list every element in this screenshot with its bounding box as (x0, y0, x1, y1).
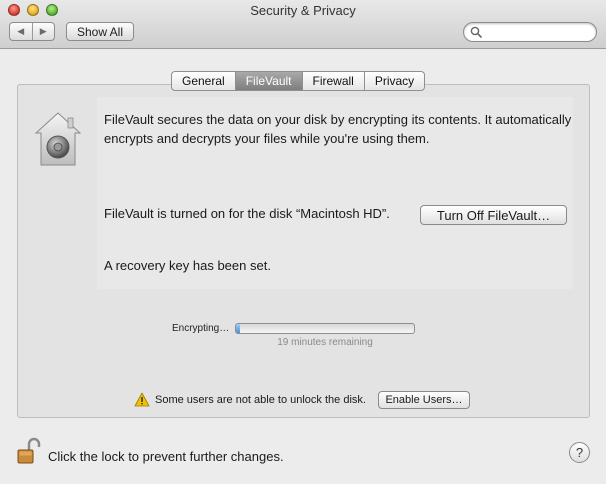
filevault-description: FileVault secures the data on your disk … (104, 112, 572, 146)
help-button[interactable]: ? (569, 442, 590, 463)
tab-general[interactable]: General (171, 71, 236, 91)
lock-hint-text: Click the lock to prevent further change… (48, 449, 284, 464)
window-title: Security & Privacy (250, 3, 356, 18)
encrypting-label: Encrypting… (172, 323, 230, 334)
tab-firewall[interactable]: Firewall (302, 71, 365, 91)
users-warning-text: Some users are not able to unlock the di… (155, 394, 366, 406)
forward-button[interactable]: ▶ (31, 23, 55, 40)
back-forward-control: ◀ ▶ (9, 22, 55, 41)
recovery-key-text: A recovery key has been set. (104, 258, 271, 273)
tab-filevault[interactable]: FileVault (235, 71, 303, 91)
encryption-progress-bar (235, 323, 415, 334)
time-remaining-text: 19 minutes remaining (277, 337, 373, 348)
security-privacy-window: Security & Privacy ◀ ▶ Show All General … (0, 0, 606, 484)
back-button[interactable]: ◀ (10, 23, 32, 40)
filevault-status-text: FileVault is turned on for the disk “Mac… (104, 206, 390, 221)
enable-users-button[interactable]: Enable Users… (378, 391, 470, 409)
show-all-button[interactable]: Show All (66, 22, 134, 41)
encryption-progress-fill (236, 324, 240, 333)
padlock-open-icon[interactable] (17, 437, 41, 465)
tab-privacy[interactable]: Privacy (364, 71, 426, 91)
titlebar: Security & Privacy ◀ ▶ Show All (0, 0, 606, 49)
turn-off-filevault-button[interactable]: Turn Off FileVault… (420, 205, 567, 225)
warning-triangle-icon (134, 392, 150, 407)
filevault-house-icon (34, 112, 82, 166)
tab-bar: General FileVault Firewall Privacy (171, 71, 426, 91)
search-icon (470, 26, 482, 38)
search-field[interactable] (463, 22, 597, 42)
